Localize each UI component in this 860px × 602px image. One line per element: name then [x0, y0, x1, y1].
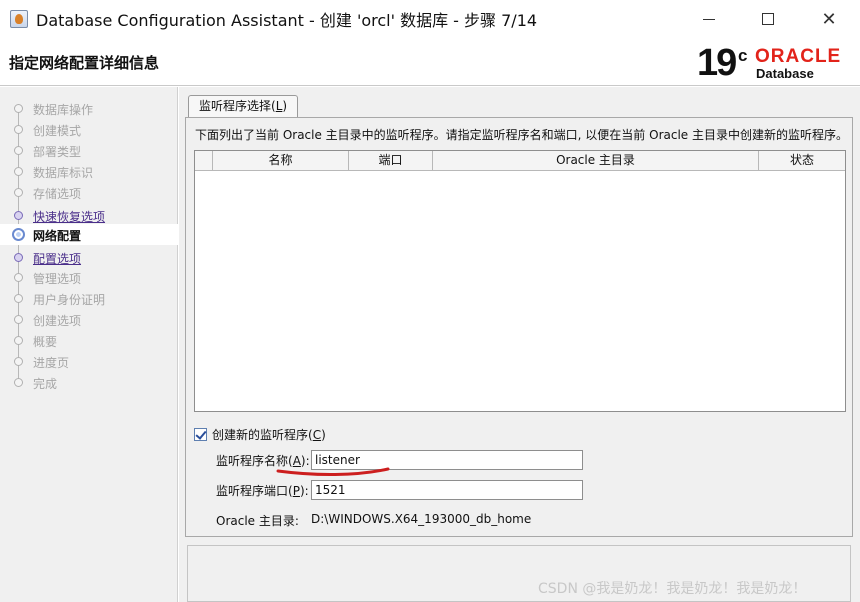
watermark-text: CSDN @我是奶龙！我是奶龙！我是奶龙！ [538, 581, 807, 597]
column-header-port[interactable]: 端口 [349, 151, 433, 171]
create-new-listener-label: 创建新的监听程序(C) [212, 428, 326, 442]
listener-description: 下面列出了当前 Oracle 主目录中的监听程序。请指定监听程序名和端口, 以便… [195, 128, 848, 142]
logo-version: 19 [697, 42, 737, 84]
nav-step-summary: 概要 [0, 330, 178, 351]
nav-step-label: 数据库标识 [33, 166, 94, 180]
step-dot-icon [14, 273, 23, 282]
listener-table-header: 名称 端口 Oracle 主目录 状态 [195, 151, 845, 171]
close-button[interactable]: ✕ [806, 0, 852, 38]
nav-step-progress: 进度页 [0, 351, 178, 372]
page-title: 指定网络配置详细信息 [9, 54, 160, 72]
column-header-oracle-home[interactable]: Oracle 主目录 [433, 151, 759, 171]
java-app-icon [10, 10, 28, 28]
nav-step-label: 快速恢复选项 [33, 210, 106, 224]
nav-step-label: 部署类型 [33, 145, 82, 159]
column-header-status[interactable]: 状态 [759, 151, 845, 171]
step-dot-icon [14, 146, 23, 155]
nav-step-fast-recovery[interactable]: 快速恢复选项 [0, 205, 178, 226]
listener-table[interactable]: 名称 端口 Oracle 主目录 状态 [194, 150, 846, 412]
nav-step-network-config: 网络配置 [0, 224, 178, 245]
nav-step-label: 管理选项 [33, 272, 82, 286]
window-title: Database Configuration Assistant - 创建 'o… [36, 11, 538, 30]
tab-label-suffix: ) [282, 99, 288, 113]
logo-version-suffix: c [738, 46, 748, 65]
nav-step-label: 创建模式 [33, 124, 82, 138]
step-navigation: 数据库操作 创建模式 部署类型 数据库标识 存储选项 快速恢复选项 网络配置 配… [0, 87, 178, 602]
step-dot-icon [14, 336, 23, 345]
step-dot-icon [14, 253, 23, 262]
create-new-listener-checkbox[interactable] [194, 428, 207, 441]
step-dot-icon [14, 357, 23, 366]
nav-step-label: 完成 [33, 377, 58, 391]
current-step-icon [12, 228, 25, 241]
step-dot-icon [14, 167, 23, 176]
minimize-icon [703, 18, 715, 20]
nav-step-deployment-type: 部署类型 [0, 140, 178, 161]
minimize-button[interactable] [686, 0, 732, 38]
step-dot-icon [14, 211, 23, 220]
nav-step-credentials: 用户身份证明 [0, 288, 178, 309]
oracle-home-label: Oracle 主目录: [216, 514, 299, 528]
listener-port-label: 监听程序端口(P): [216, 484, 309, 498]
nav-step-database-id: 数据库标识 [0, 161, 178, 182]
page-header: 指定网络配置详细信息 19 c ORACLE Database [0, 38, 860, 86]
nav-step-label: 存储选项 [33, 187, 82, 201]
maximize-icon [762, 13, 774, 25]
nav-step-label: 配置选项 [33, 252, 82, 266]
maximize-button[interactable] [745, 0, 791, 38]
logo-product: Database [756, 66, 814, 81]
listener-panel: 下面列出了当前 Oracle 主目录中的监听程序。请指定监听程序名和端口, 以便… [185, 117, 853, 537]
nav-step-config-options[interactable]: 配置选项 [0, 247, 178, 268]
title-bar: Database Configuration Assistant - 创建 'o… [0, 0, 860, 38]
nav-step-database-operation: 数据库操作 [0, 98, 178, 119]
nav-step-label: 用户身份证明 [33, 293, 106, 307]
nav-step-label: 数据库操作 [33, 103, 94, 117]
listener-port-input[interactable] [311, 480, 583, 500]
column-header-name[interactable]: 名称 [213, 151, 349, 171]
step-dot-icon [14, 315, 23, 324]
oracle-home-value: D:\WINDOWS.X64_193000_db_home [311, 512, 532, 526]
oracle-logo: ORACLE [755, 46, 842, 67]
nav-step-label: 概要 [33, 335, 58, 349]
step-dot-icon [14, 188, 23, 197]
nav-step-label: 进度页 [33, 356, 70, 370]
nav-step-label: 网络配置 [33, 229, 82, 243]
tab-label: 监听程序选择( [199, 99, 276, 113]
nav-step-creation-mode: 创建模式 [0, 119, 178, 140]
nav-step-label: 创建选项 [33, 314, 82, 328]
nav-step-creation-options: 创建选项 [0, 309, 178, 330]
nav-step-finish: 完成 [0, 372, 178, 393]
nav-step-storage-options: 存储选项 [0, 182, 178, 203]
tab-listener-selection[interactable]: 监听程序选择(L) [188, 95, 299, 117]
step-dot-icon [14, 125, 23, 134]
step-dot-icon [14, 378, 23, 387]
red-underline-annotation [276, 467, 390, 477]
step-dot-icon [14, 104, 23, 113]
step-dot-icon [14, 294, 23, 303]
column-header-select [195, 151, 213, 171]
main-content: 监听程序选择(L) 下面列出了当前 Oracle 主目录中的监听程序。请指定监听… [179, 87, 860, 602]
close-icon: ✕ [821, 8, 837, 30]
nav-step-management-options: 管理选项 [0, 267, 178, 288]
create-new-listener-option[interactable]: 创建新的监听程序(C) [194, 426, 326, 443]
